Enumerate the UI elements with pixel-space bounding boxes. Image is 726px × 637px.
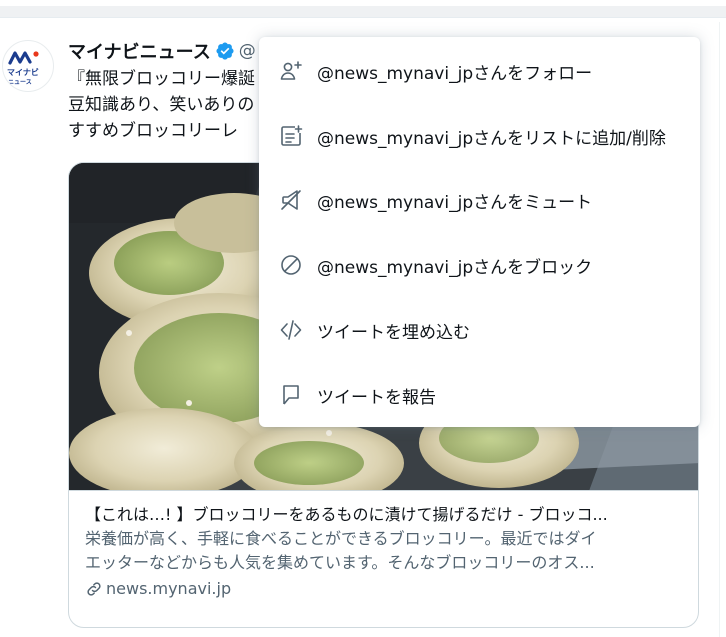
card-description: 栄養価が高く、手軽に食べることができるブロッコリー。最近ではダイ エッターなどか… bbox=[85, 527, 685, 575]
mute-icon bbox=[281, 190, 301, 210]
menu-item-label: @news_mynavi_jpさんをフォロー bbox=[317, 63, 593, 84]
menu-item-report[interactable]: ツイートを報告 bbox=[259, 363, 700, 427]
link-icon bbox=[87, 582, 101, 596]
avatar[interactable]: マイナビ ニュース bbox=[2, 40, 54, 92]
block-icon bbox=[281, 255, 301, 275]
author-handle[interactable]: @ bbox=[239, 41, 256, 61]
menu-item-label: @news_mynavi_jpさんをブロック bbox=[317, 257, 593, 278]
menu-item-mute[interactable]: @news_mynavi_jpさんをミュート bbox=[259, 168, 700, 232]
embed-code-icon bbox=[280, 320, 302, 340]
menu-item-label: ツイートを報告 bbox=[317, 387, 436, 408]
menu-item-label: @news_mynavi_jpさんをリストに追加/削除 bbox=[317, 128, 666, 149]
column-divider bbox=[719, 22, 720, 637]
follow-user-icon bbox=[280, 61, 302, 80]
top-bar bbox=[0, 0, 726, 22]
menu-item-follow[interactable]: @news_mynavi_jpさんをフォロー bbox=[259, 39, 700, 103]
menu-item-label: @news_mynavi_jpさんをミュート bbox=[317, 192, 593, 213]
card-domain-text[interactable]: news.mynavi.jp bbox=[106, 577, 231, 601]
author-name[interactable]: マイナビニュース bbox=[68, 38, 211, 64]
menu-item-embed[interactable]: ツイートを埋め込む bbox=[259, 298, 700, 362]
card-description-line: エッターなどからも人気を集めています。そんなブロッコリーのオス... bbox=[85, 553, 595, 572]
card-body[interactable]: 【これは…! 】ブロッコリーをあるものに漬けて揚げるだけ - ブロッコ... 栄… bbox=[85, 503, 685, 601]
mynavi-logo-mark-icon bbox=[8, 51, 39, 65]
tweet-more-menu: @news_mynavi_jpさんをフォロー @news_mynavi_jpさん… bbox=[259, 37, 700, 427]
add-to-list-icon bbox=[281, 125, 303, 146]
card-description-line: 栄養価が高く、手軽に食べることができるブロッコリー。最近ではダイ bbox=[85, 529, 597, 548]
menu-item-label: ツイートを埋め込む bbox=[317, 322, 470, 343]
tweet-author[interactable]: マイナビニュース @ bbox=[68, 38, 256, 64]
card-domain[interactable]: news.mynavi.jp bbox=[85, 577, 685, 601]
avatar-logo-subtext: ニュース bbox=[8, 79, 32, 86]
report-flag-icon bbox=[283, 385, 299, 405]
menu-item-add-to-list[interactable]: @news_mynavi_jpさんをリストに追加/削除 bbox=[259, 104, 700, 168]
verified-badge-icon bbox=[216, 42, 234, 60]
menu-item-block[interactable]: @news_mynavi_jpさんをブロック bbox=[259, 233, 700, 297]
card-title[interactable]: 【これは…! 】ブロッコリーをあるものに漬けて揚げるだけ - ブロッコ... bbox=[85, 503, 685, 527]
